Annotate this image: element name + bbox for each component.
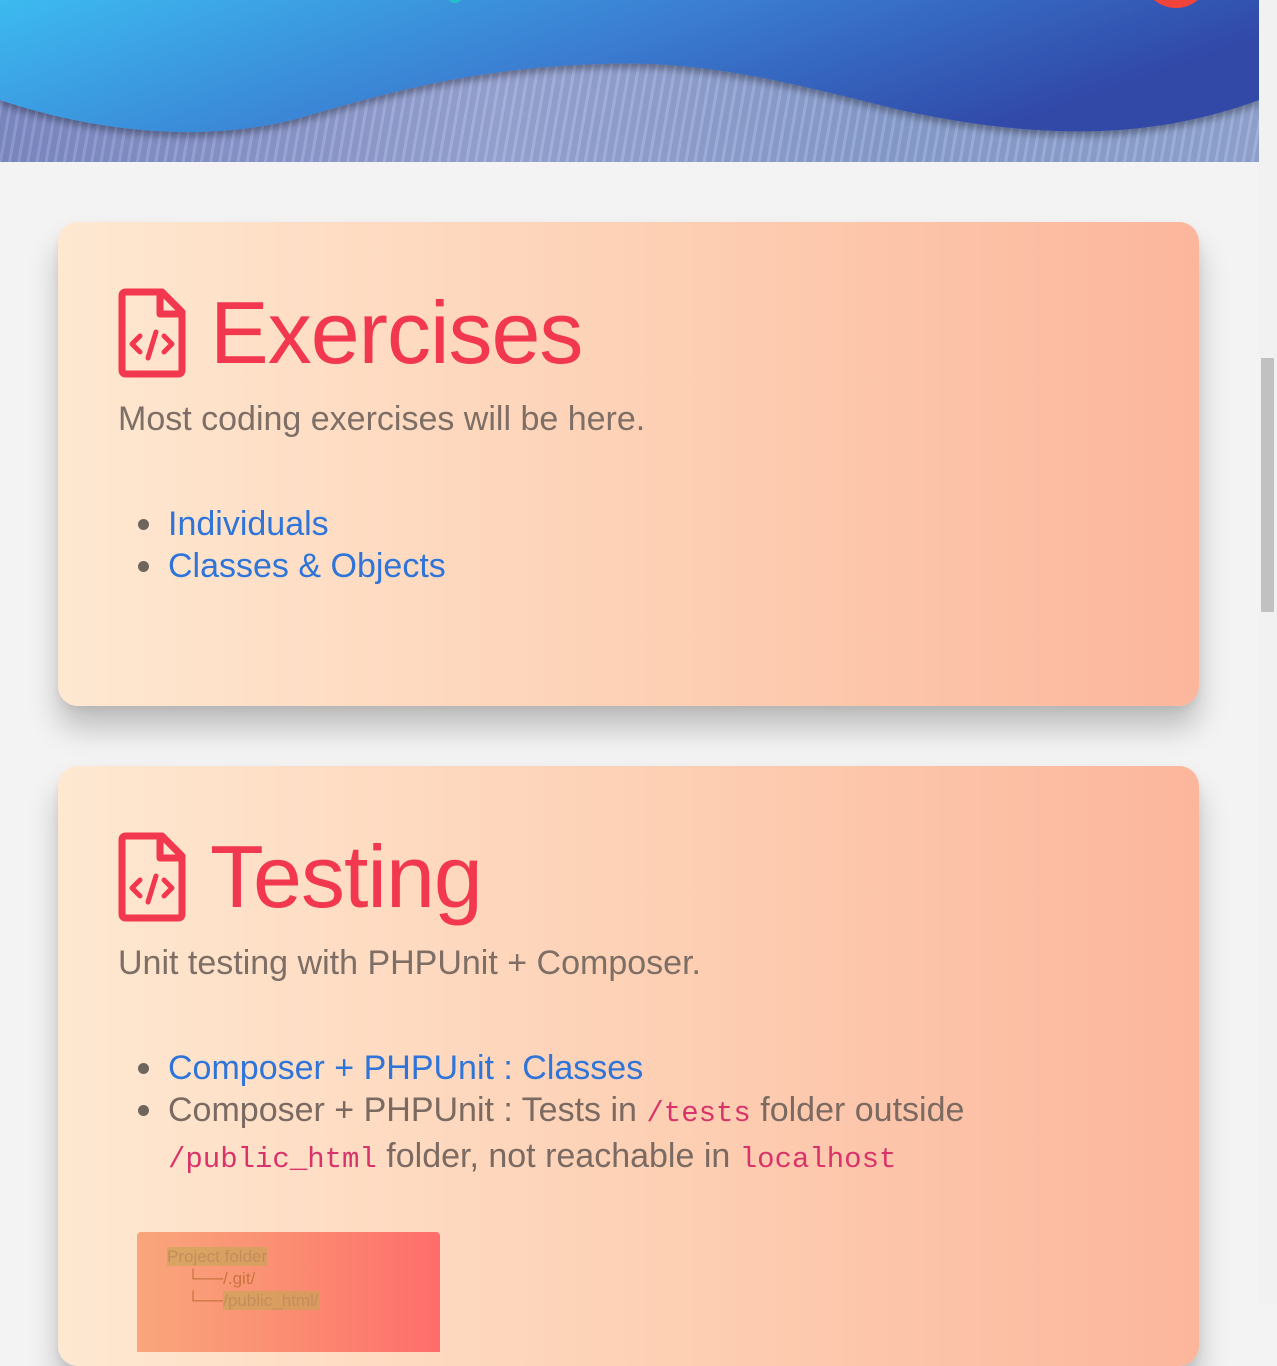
list-item: Composer + PHPUnit : Tests in /tests fol…	[138, 1089, 1048, 1181]
tree-root: Project folder	[167, 1247, 268, 1266]
card-subtitle: Unit testing with PHPUnit + Composer.	[118, 944, 701, 982]
testing-card: Testing Unit testing with PHPUnit + Comp…	[58, 766, 1199, 1366]
file-code-icon	[118, 288, 186, 378]
list-item: Classes & Objects	[138, 545, 1048, 587]
hero-wave	[0, 0, 1259, 133]
exercises-card: Exercises Most coding exercises will be …	[58, 222, 1199, 706]
tree-git: /.git/	[223, 1269, 256, 1288]
link-list: Composer + PHPUnit : Classes Composer + …	[138, 1047, 1048, 1181]
card-header: Testing	[118, 827, 483, 926]
card-header: Exercises	[118, 283, 583, 382]
public-html-code: /public_html	[168, 1143, 377, 1176]
link-list: Individuals Classes & Objects	[138, 503, 1048, 587]
card-title: Testing	[210, 827, 483, 926]
scrollbar-thumb[interactable]	[1261, 358, 1274, 612]
text-in: in	[601, 1091, 647, 1129]
scrollbar[interactable]	[1259, 0, 1277, 1304]
composer-phpunit-classes-link[interactable]: Composer + PHPUnit : Classes	[168, 1049, 643, 1087]
list-item: Composer + PHPUnit : Classes	[138, 1047, 1048, 1089]
list-item: Individuals	[138, 503, 1048, 545]
individuals-link[interactable]: Individuals	[168, 505, 329, 543]
card-subtitle: Most coding exercises will be here.	[118, 400, 646, 438]
tests-heading: Composer + PHPUnit : Tests	[168, 1091, 602, 1129]
localhost-code: localhost	[739, 1143, 897, 1176]
card-title: Exercises	[210, 283, 583, 382]
project-tree-image: Project folder └──/.git/ └──/public_html…	[137, 1232, 440, 1352]
file-code-icon	[118, 832, 186, 922]
tests-dir-code: /tests	[646, 1097, 751, 1130]
classes-objects-link[interactable]: Classes & Objects	[168, 547, 446, 585]
hero-banner	[0, 0, 1259, 162]
text-folder-outside: folder outside	[750, 1091, 965, 1129]
tree-public: /public_html/	[223, 1291, 319, 1310]
text-not-reachable: folder, not reachable in	[376, 1137, 740, 1175]
